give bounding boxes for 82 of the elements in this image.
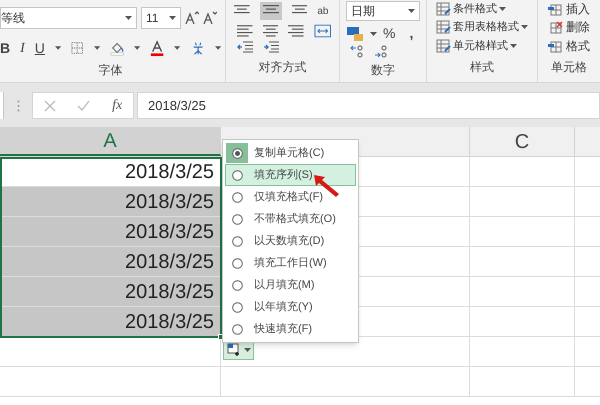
comma-button[interactable]: , [409, 23, 414, 44]
style-menu-button[interactable]: 套用表格格式 [436, 18, 528, 37]
table-format-icon [436, 20, 451, 34]
group-label: 单元格 [551, 60, 587, 74]
formula-field[interactable]: 2018/3/25 [137, 92, 600, 119]
table-cell[interactable]: 2018/3/25 [0, 187, 221, 216]
radio-button[interactable] [232, 236, 242, 246]
decrease-font-icon[interactable] [203, 11, 217, 25]
dropdown-arrow-icon[interactable] [125, 16, 132, 20]
fill-color-icon[interactable] [110, 40, 124, 56]
font-size-field[interactable]: 11 [141, 7, 181, 29]
column-header[interactable]: A [0, 127, 221, 156]
dropdown-arrow-icon[interactable] [54, 46, 62, 50]
increase-font-icon[interactable] [185, 11, 199, 25]
cells-icon [548, 20, 563, 34]
cells-menu-button[interactable]: 格式 [548, 36, 590, 55]
menu-item[interactable]: 填充序列(S) [225, 164, 356, 186]
underline-button[interactable]: U [34, 38, 45, 58]
cells-icon [548, 2, 563, 16]
decrease-decimal-icon[interactable] [374, 44, 388, 58]
dropdown-arrow-icon[interactable] [174, 46, 181, 50]
table-cell[interactable]: 2018/3/25 [0, 217, 221, 246]
table-cell[interactable]: 2018/3/25 [0, 307, 221, 336]
borders-icon[interactable] [71, 41, 84, 55]
dropdown-arrow-icon[interactable] [498, 7, 506, 12]
italic-button[interactable]: I [20, 38, 25, 58]
increase-indent-icon[interactable] [263, 41, 279, 54]
radio-button[interactable] [232, 324, 242, 334]
align-left-icon[interactable] [237, 24, 253, 37]
dropdown-arrow-icon[interactable] [520, 25, 528, 30]
group-label: 对齐方式 [258, 60, 306, 74]
table-cell[interactable]: 2018/3/25 [0, 247, 221, 276]
dropdown-arrow-icon[interactable] [510, 44, 517, 48]
number-format-field[interactable]: 日期 [346, 1, 420, 21]
drag-handle-icon[interactable] [16, 100, 20, 112]
style-menu-button[interactable]: 单元格样式 [436, 36, 528, 55]
menu-item[interactable]: 快速填充(F) [225, 318, 356, 340]
font-name-field[interactable]: 等线 [0, 7, 137, 29]
radio-button[interactable] [232, 170, 242, 180]
menu-item[interactable]: 以月填充(M) [225, 274, 356, 296]
dropdown-arrow-icon[interactable] [134, 46, 140, 50]
menu-item[interactable]: 不带格式填充(O) [225, 208, 356, 230]
bold-button[interactable]: B [0, 38, 10, 58]
insert-function-button[interactable]: fx [112, 95, 122, 116]
font-color-icon[interactable] [150, 40, 164, 56]
cells-menu-button[interactable]: 插入 [548, 0, 590, 18]
column-header[interactable]: C [470, 127, 575, 156]
merge-cells-icon[interactable] [314, 24, 331, 38]
dropdown-arrow-icon[interactable] [244, 348, 250, 352]
radio-button[interactable] [232, 280, 242, 290]
table-format-icon [436, 38, 451, 53]
table-cell[interactable]: 2018/3/25 [0, 277, 221, 306]
align-center-icon[interactable] [262, 24, 278, 37]
dropdown-arrow-icon[interactable] [370, 32, 377, 36]
dropdown-arrow-icon[interactable] [408, 9, 415, 13]
dropdown-arrow-icon[interactable] [214, 46, 222, 50]
cells-icon [548, 38, 563, 53]
menu-item[interactable]: 仅填充格式(F) [225, 186, 356, 208]
percent-button[interactable]: % [383, 23, 396, 44]
middle-align-button[interactable] [260, 2, 282, 20]
radio-button[interactable] [232, 214, 242, 224]
table-format-icon [436, 2, 451, 16]
increase-decimal-icon[interactable] [350, 44, 364, 58]
cells-menu-button[interactable]: 删除 [548, 18, 590, 37]
decrease-indent-icon[interactable] [237, 41, 253, 54]
style-menu-button[interactable]: 条件格式 [436, 0, 528, 18]
wrap-text-icon[interactable]: ab [317, 6, 332, 16]
dropdown-arrow-icon[interactable] [94, 46, 100, 50]
align-right-icon[interactable] [288, 24, 304, 37]
dropdown-arrow-icon[interactable] [169, 16, 176, 20]
menu-item[interactable]: 复制单元格(C) [225, 142, 356, 164]
group-label: 样式 [470, 60, 494, 74]
menu-item[interactable]: 填充工作日(W) [225, 252, 356, 274]
radio-button[interactable] [232, 302, 242, 312]
radio-button[interactable] [232, 258, 242, 268]
menu-item[interactable]: 以天数填充(D) [225, 230, 356, 252]
radio-button[interactable] [232, 192, 242, 202]
group-label: 数字 [370, 63, 395, 77]
group-label: 字体 [98, 62, 122, 79]
accounting-format-icon[interactable] [346, 26, 364, 42]
radio-button[interactable] [232, 148, 242, 158]
menu-item[interactable]: 以年填充(Y) [225, 296, 356, 318]
